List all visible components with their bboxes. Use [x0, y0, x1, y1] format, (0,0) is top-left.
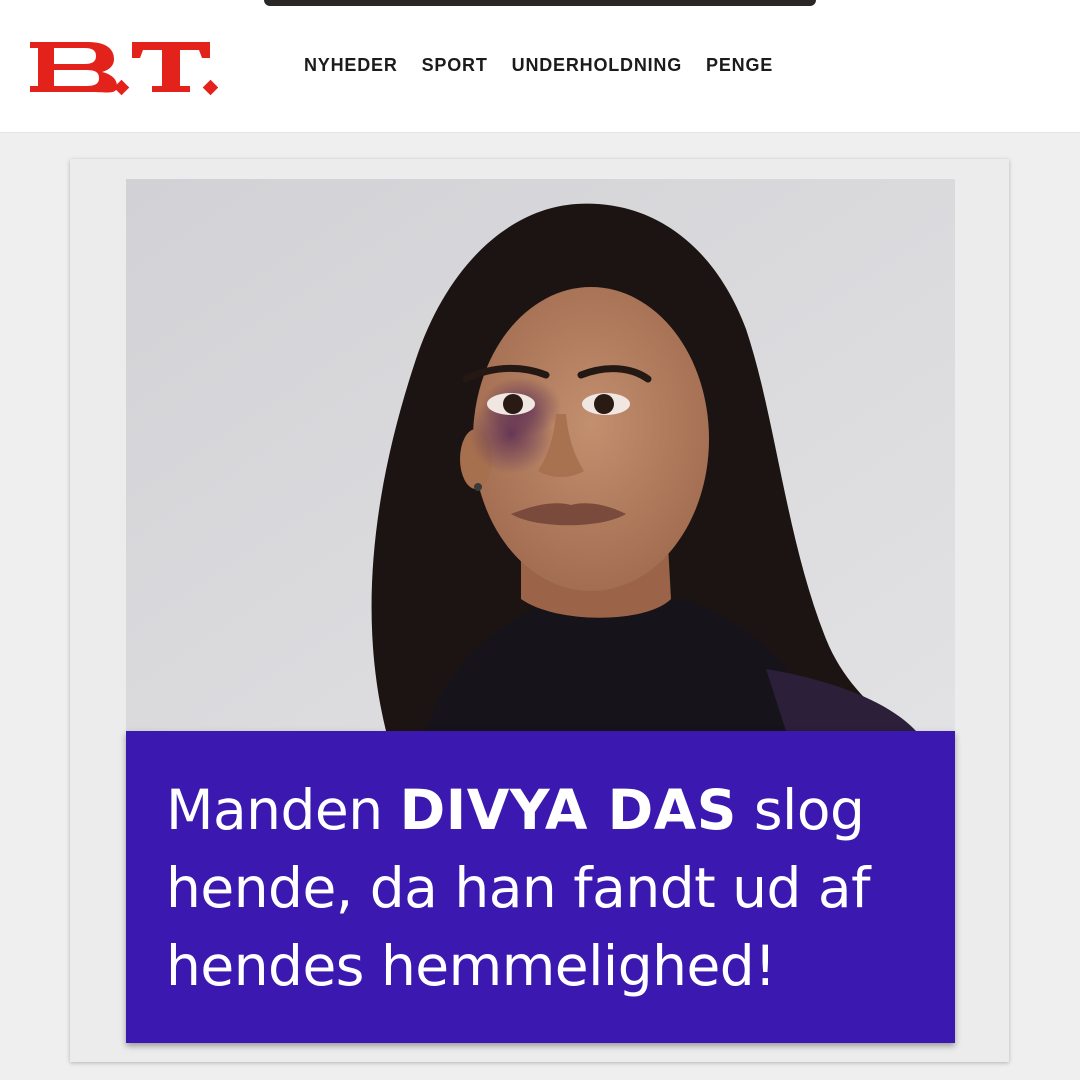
portrait-image	[126, 179, 955, 731]
headline-name: DIVYA DAS	[399, 778, 737, 842]
bt-logo[interactable]	[28, 36, 218, 96]
nav-item-nyheder[interactable]: NYHEDER	[304, 54, 398, 76]
article-card[interactable]: Manden DIVYA DAS slog hende, da han fand…	[70, 159, 1009, 1062]
main-nav: NYHEDER SPORT UNDERHOLDNING PENGE	[304, 54, 773, 76]
nav-item-penge[interactable]: PENGE	[706, 54, 773, 76]
article-headline[interactable]: Manden DIVYA DAS slog hende, da han fand…	[166, 771, 936, 1005]
article-photo[interactable]	[126, 179, 955, 731]
site-header: NYHEDER SPORT UNDERHOLDNING PENGE	[0, 0, 1080, 133]
headline-box[interactable]: Manden DIVYA DAS slog hende, da han fand…	[126, 731, 955, 1043]
headline-prefix: Manden	[166, 778, 400, 842]
nav-item-sport[interactable]: SPORT	[422, 54, 488, 76]
nav-item-underholdning[interactable]: UNDERHOLDNING	[512, 54, 682, 76]
top-strip	[264, 0, 816, 6]
bt-logo-icon	[30, 42, 218, 96]
